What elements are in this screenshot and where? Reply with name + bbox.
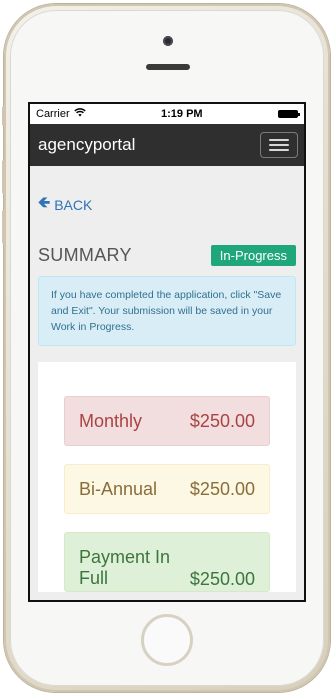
battery-icon — [277, 110, 300, 118]
navbar: agencyportal — [30, 124, 304, 166]
status-left: Carrier — [36, 108, 86, 120]
brand-logo[interactable]: agencyportal — [38, 135, 135, 155]
earpiece-speaker — [146, 64, 190, 70]
volume-down-button — [2, 210, 6, 244]
plan-option-payment-in-full[interactable]: Payment In Full $250.00 — [64, 532, 270, 592]
plan-name: Monthly — [79, 410, 143, 431]
info-alert: If you have completed the application, c… — [38, 276, 296, 346]
main-content: 🡸 BACK SUMMARY In-Progress If you have c… — [30, 166, 304, 600]
plan-name: Payment In Full — [79, 547, 171, 588]
volume-up-button — [2, 160, 6, 194]
plan-name: Bi-Annual — [79, 478, 158, 499]
plan-option-monthly[interactable]: Monthly $250.00 — [64, 396, 270, 446]
front-camera — [163, 36, 173, 46]
back-link[interactable]: 🡸 BACK — [38, 166, 296, 217]
phone-screen: Carrier 1:19 PM agencyportal 🡸 BACK SUMM… — [28, 102, 306, 602]
back-label: BACK — [54, 196, 93, 213]
payment-plans-panel: Monthly $250.00 Bi-Annual $250.00 Paymen… — [38, 362, 296, 592]
status-bar: Carrier 1:19 PM — [30, 104, 304, 124]
plan-price: $250.00 — [189, 410, 255, 431]
arrow-left-icon: 🡸 — [38, 194, 51, 211]
hamburger-menu-icon[interactable] — [260, 132, 298, 158]
mute-switch — [2, 106, 6, 126]
status-badge: In-Progress — [210, 245, 296, 266]
page-title: SUMMARY — [38, 245, 132, 265]
clock: 1:19 PM — [161, 108, 203, 120]
summary-header: SUMMARY In-Progress — [38, 245, 296, 266]
home-button[interactable] — [141, 614, 193, 666]
wifi-icon — [73, 108, 86, 120]
plan-option-bi-annual[interactable]: Bi-Annual $250.00 — [64, 464, 270, 514]
plan-price: $250.00 — [189, 478, 255, 499]
carrier-label: Carrier — [36, 108, 70, 120]
plan-price: $250.00 — [189, 569, 255, 589]
